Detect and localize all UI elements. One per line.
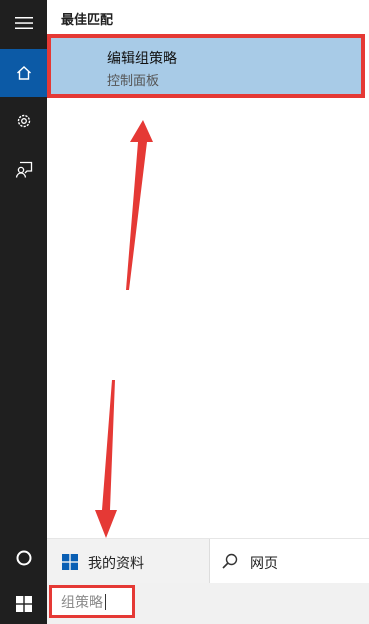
feedback-button[interactable] xyxy=(0,146,47,194)
menu-button[interactable] xyxy=(0,0,47,46)
result-title: 编辑组策略 xyxy=(107,51,177,67)
feedback-icon xyxy=(15,161,32,178)
search-scope-row: 我的资料 网页 xyxy=(47,538,369,584)
start-sidebar xyxy=(0,0,47,583)
annotation-arrow-down xyxy=(95,380,117,538)
best-match-header: 最佳匹配 xyxy=(61,13,114,28)
start-button[interactable] xyxy=(0,583,47,624)
web-button[interactable]: 网页 xyxy=(210,539,369,584)
annotation-arrow-up xyxy=(126,120,153,290)
gear-icon xyxy=(17,114,30,128)
home-icon xyxy=(16,66,31,80)
cortana-circle-icon xyxy=(16,550,31,566)
search-icon xyxy=(222,553,238,569)
taskbar: 组策略 xyxy=(0,583,369,624)
windows-logo-icon xyxy=(15,595,32,612)
search-input[interactable]: 组策略 xyxy=(49,585,135,618)
search-input-text: 组策略 xyxy=(61,594,103,611)
web-label: 网页 xyxy=(250,556,278,572)
result-subtitle: 控制面板 xyxy=(107,74,160,89)
settings-button[interactable] xyxy=(0,97,47,145)
home-button[interactable] xyxy=(0,49,47,97)
text-caret xyxy=(105,593,106,610)
windows-logo-icon xyxy=(62,554,78,570)
my-stuff-label: 我的资料 xyxy=(88,556,144,572)
cortana-button[interactable] xyxy=(0,534,47,582)
result-item-group-policy[interactable]: 编辑组策略 控制面板 xyxy=(47,34,365,98)
my-stuff-button[interactable]: 我的资料 xyxy=(47,539,210,584)
hamburger-icon xyxy=(14,17,33,29)
